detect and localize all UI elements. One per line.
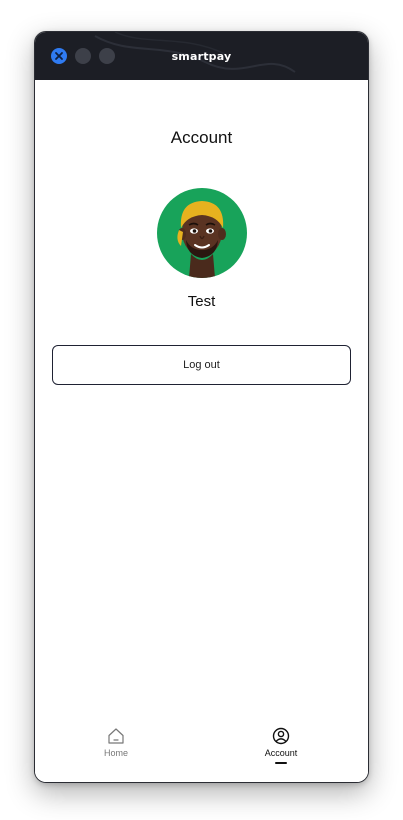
page-title: Account [170, 128, 233, 147]
account-icon [272, 727, 290, 745]
avatar [157, 188, 247, 278]
active-tab-indicator [275, 762, 287, 764]
nav-item-account[interactable]: Account [241, 726, 321, 764]
user-name: Test [187, 293, 216, 310]
account-screen: Account Test Log out Home Account [35, 80, 368, 782]
memoji-avatar-icon [177, 201, 226, 278]
window-title: smartpay [171, 50, 232, 63]
home-icon [108, 728, 124, 744]
nav-item-home[interactable]: Home [76, 726, 156, 758]
title-bar[interactable]: smartpay [35, 32, 368, 80]
logout-button[interactable]: Log out [52, 345, 351, 385]
nav-label-account: Account [264, 748, 298, 758]
nav-label-home: Home [103, 748, 128, 758]
bottom-navigation: Home Account [35, 718, 368, 782]
app-window: smartpay Account Test Log out Home Accou… [34, 31, 369, 783]
